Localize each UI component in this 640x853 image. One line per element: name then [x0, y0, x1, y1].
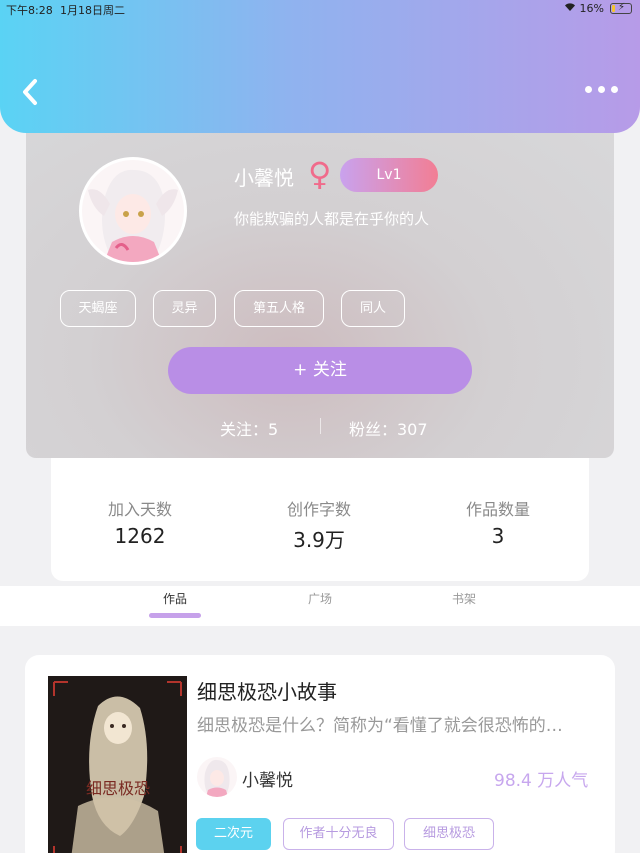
follow-button[interactable]: + 关注 [168, 347, 472, 394]
stats-card: 加入天数 1262 创作字数 3.9万 作品数量 3 [51, 458, 589, 581]
status-bar: 下午8:28 1月18日周二 16% ⚡ [0, 0, 640, 18]
cover-illustration: 细思极恐 [48, 676, 187, 853]
work-tag[interactable]: 二次元 [196, 818, 271, 850]
battery-percent: 16% [579, 2, 604, 15]
tab-bookshelf[interactable]: 书架 [452, 590, 476, 607]
header-bar [0, 0, 640, 133]
stat-join-days: 加入天数 1262 [75, 496, 205, 548]
battery-fill [612, 5, 615, 12]
profile-username: 小馨悦 [234, 166, 294, 190]
status-date: 1月18日周二 [60, 4, 125, 17]
stat-value: 3 [491, 524, 505, 548]
more-dot [611, 86, 618, 93]
tab-square[interactable]: 广场 [308, 590, 332, 607]
author-avatar-illustration [197, 757, 237, 797]
author-avatar[interactable] [197, 757, 237, 797]
profile-signature: 你能欺骗的人都是在乎你的人 [234, 210, 430, 228]
stat-word-count: 创作字数 3.9万 [254, 496, 384, 553]
tab-bar: 作品 广场 书架 [0, 586, 640, 626]
more-button[interactable] [585, 86, 618, 93]
profile-tag[interactable]: 天蝎座 [60, 290, 136, 327]
more-dot [585, 86, 592, 93]
profile-tag[interactable]: 同人 [341, 290, 405, 327]
work-title[interactable]: 细思极恐小故事 [197, 676, 337, 705]
stat-value: 3.9万 [293, 528, 345, 552]
stat-works-count: 作品数量 3 [433, 496, 563, 548]
stat-label: 加入天数 [107, 500, 172, 519]
cover-title-text: 细思极恐 [86, 779, 150, 798]
back-button[interactable] [20, 78, 46, 110]
divider [320, 418, 321, 434]
following-count[interactable]: 关注：5 [220, 416, 278, 440]
female-gender-icon: ♀ [308, 155, 332, 193]
avatar-illustration [82, 160, 184, 262]
work-tag[interactable]: 细思极恐 [404, 818, 494, 850]
battery-icon: ⚡ [610, 2, 632, 14]
profile-tag[interactable]: 第五人格 [234, 290, 324, 327]
profile-tag[interactable]: 灵异 [153, 290, 216, 327]
stat-value: 1262 [114, 524, 166, 548]
level-badge: Lv1 [340, 158, 438, 192]
more-dot [598, 86, 605, 93]
tab-works[interactable]: 作品 [163, 590, 187, 607]
stat-label: 创作字数 [286, 500, 351, 519]
avatar[interactable] [79, 157, 187, 265]
stat-label: 作品数量 [465, 500, 530, 519]
work-tag[interactable]: 作者十分无良 [283, 818, 394, 850]
follow-stats: 关注：5 粉丝：307 [0, 416, 640, 440]
charging-bolt-icon: ⚡ [618, 2, 626, 13]
work-description: 细思极恐是什么？简称为“看懂了就会很恐怖的… [197, 716, 563, 736]
author-name[interactable]: 小馨悦 [242, 766, 293, 791]
status-time: 下午8:28 [6, 4, 53, 17]
popularity-count: 98.4 万人气 [494, 771, 589, 791]
wifi-icon [564, 2, 576, 15]
fans-count[interactable]: 粉丝：307 [349, 416, 428, 440]
status-right: 16% ⚡ [564, 2, 632, 15]
tab-indicator [149, 613, 201, 618]
work-cover-image[interactable]: 细思极恐 [48, 676, 187, 853]
chevron-left-icon [23, 79, 37, 105]
